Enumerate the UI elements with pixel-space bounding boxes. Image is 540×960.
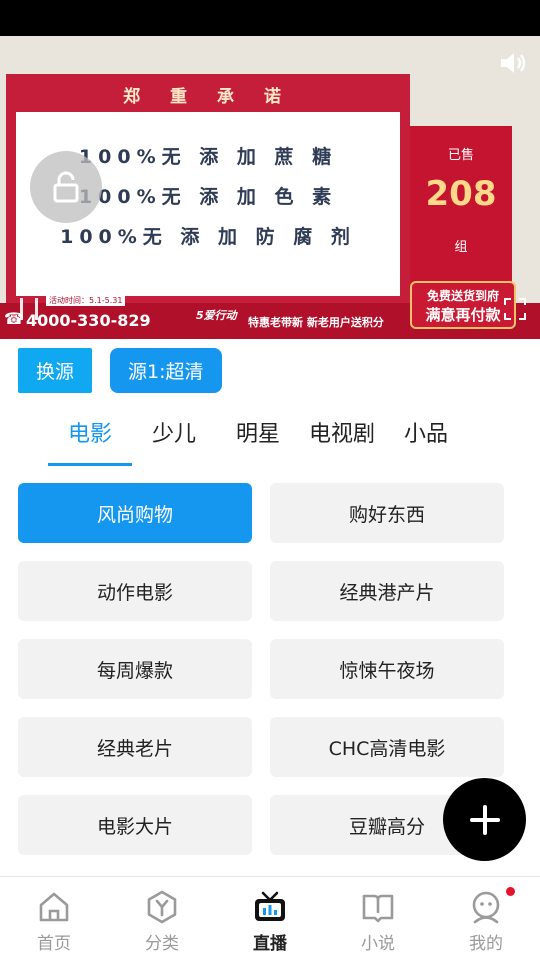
sold-unit: 组 xyxy=(454,240,468,255)
nav-label: 首页 xyxy=(37,934,71,954)
video-player[interactable]: 郑 重 承 诺 100%无 添 加 蔗 糖 100%无 添 加 色 素 100%… xyxy=(0,36,540,339)
home-icon xyxy=(39,892,69,922)
promise-line: 100%无 添 加 防 腐 剂 xyxy=(60,226,356,248)
nav-category[interactable]: 分类 xyxy=(108,877,216,960)
channel-item[interactable]: 每周爆款 xyxy=(18,639,252,699)
tab-kids[interactable]: 少儿 xyxy=(132,410,216,466)
nav-home[interactable]: 首页 xyxy=(0,877,108,960)
pause-icon[interactable] xyxy=(20,298,38,320)
campaign-time: 活动时间：5.1-5.31 xyxy=(46,295,126,306)
sold-counter: 已售 208 组 xyxy=(410,126,512,296)
channel-item[interactable]: 购好东西 xyxy=(270,483,504,543)
profile-icon xyxy=(472,891,500,924)
source-selector: 换源 源1:超清 xyxy=(18,348,222,393)
free-delivery-badge: 免费送货到府 满意再付款 xyxy=(410,281,516,329)
channel-item[interactable]: 电影大片 xyxy=(18,795,252,855)
ticker-text: 特惠老带新 新老用户送积分 xyxy=(248,316,384,329)
lock-icon xyxy=(53,171,79,203)
delivery-line2: 满意再付款 xyxy=(425,306,501,324)
category-icon xyxy=(147,890,177,924)
tab-stars[interactable]: 明星 xyxy=(216,410,300,466)
switch-source-button[interactable]: 换源 xyxy=(18,348,93,393)
tab-movie[interactable]: 电影 xyxy=(48,410,132,466)
add-fab-button[interactable] xyxy=(443,778,526,861)
campaign-badge: 5爱行动 xyxy=(196,309,237,322)
delivery-line1: 免费送货到府 xyxy=(426,289,499,303)
nav-label: 我的 xyxy=(469,934,503,954)
channel-item[interactable]: 惊悚午夜场 xyxy=(270,639,504,699)
promise-title: 郑 重 承 诺 xyxy=(123,87,293,107)
channel-item[interactable]: 风尚购物 xyxy=(18,483,252,543)
channel-item[interactable]: CHC高清电影 xyxy=(270,717,504,777)
sold-count: 208 xyxy=(425,174,497,214)
category-tabs: 电影 少儿 明星 电视剧 小品 xyxy=(48,410,468,466)
nav-label: 小说 xyxy=(361,934,395,954)
nav-profile[interactable]: 我的 xyxy=(432,877,540,960)
hotline-number: 4000-330-829 xyxy=(26,311,151,330)
nav-label: 直播 xyxy=(253,934,287,954)
current-source-button[interactable]: 源1:超清 xyxy=(110,348,222,393)
volume-icon[interactable] xyxy=(498,48,528,78)
notification-dot xyxy=(506,887,515,896)
promo-ticker: ☎ 活动时间：5.1-5.31 4000-330-829 5爱行动 特惠老带新 … xyxy=(0,281,540,339)
nav-label: 分类 xyxy=(145,934,179,954)
channel-item[interactable]: 动作电影 xyxy=(18,561,252,621)
plus-icon xyxy=(469,804,500,835)
tab-sketch[interactable]: 小品 xyxy=(384,410,468,466)
fullscreen-icon[interactable] xyxy=(504,298,526,320)
sold-label: 已售 xyxy=(447,148,474,163)
tab-tv-series[interactable]: 电视剧 xyxy=(300,410,384,466)
status-bar xyxy=(0,0,540,36)
screen-lock-button[interactable] xyxy=(30,151,102,223)
bottom-nav: 首页 分类 直播 小说 我的 xyxy=(0,876,540,960)
tv-icon xyxy=(255,891,285,921)
nav-live[interactable]: 直播 xyxy=(216,877,324,960)
channel-item[interactable]: 经典港产片 xyxy=(270,561,504,621)
book-icon xyxy=(362,894,394,923)
nav-novel[interactable]: 小说 xyxy=(324,877,432,960)
channel-item[interactable]: 经典老片 xyxy=(18,717,252,777)
